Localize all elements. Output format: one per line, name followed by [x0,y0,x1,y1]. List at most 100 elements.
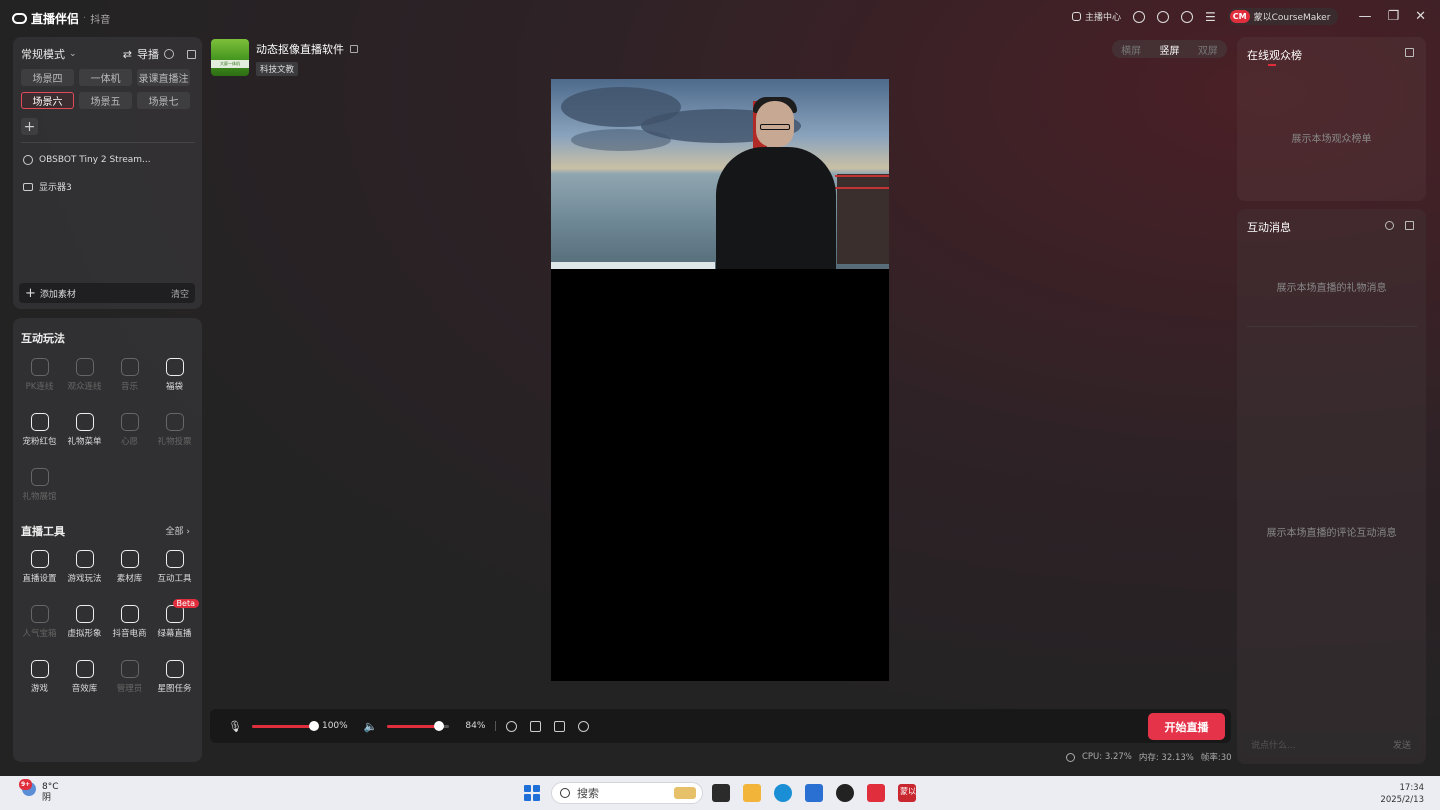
add-scene-button[interactable]: + [21,118,38,135]
monitor-icon [23,182,33,191]
popout-icon[interactable] [1405,48,1414,57]
tool-puzzle[interactable]: 互动工具 [152,546,197,601]
qq-icon[interactable] [836,784,854,802]
plus-icon: + [25,285,36,301]
tool-cart[interactable]: 抖音电商 [107,601,152,656]
mic-volume-knob[interactable] [308,720,319,731]
stream-cover[interactable]: 大屏一体机 [211,39,249,76]
cpu-usage: CPU: 3.27% [1082,752,1132,762]
taskbar-search[interactable]: 搜索 [551,782,703,804]
restore-icon[interactable]: ❐ [1387,9,1399,24]
stream-header: 大屏一体机 动态抠像直播软件 科技文教 [211,39,358,76]
cover-text: 大屏一体机 [211,60,249,68]
weather-widget[interactable]: 9+ 8°C 阴 [19,779,59,804]
source-item-camera[interactable]: OBSBOT Tiny 2 Stream... [23,155,151,165]
tool-gamepad[interactable]: 游戏 [17,656,62,711]
headset-icon[interactable] [1132,10,1145,23]
gift-messages-placeholder: 展示本场直播的礼物消息 [1276,283,1387,294]
tool-audience-link: 观众连线 [62,354,107,409]
category-tag[interactable]: 科技文教 [256,62,299,76]
start-live-button[interactable]: 开始直播 [1148,713,1225,740]
avatar: CM [1229,10,1250,23]
guide-button[interactable]: ⇄ 导播 [123,46,196,62]
speaker-icon[interactable]: 🔈 [364,720,378,733]
tool-media-library[interactable]: 素材库 [107,546,152,601]
task-view-icon[interactable] [712,784,730,802]
close-icon[interactable]: ✕ [1415,9,1426,24]
pk-icon [30,358,49,376]
tool-green-screen[interactable]: 绿幕直播 Beta [152,599,199,656]
scene-chip[interactable]: 场景六 [21,92,74,109]
performance-stats: CPU: 3.27% 内存: 32.13% 帧率:30 [1066,751,1232,763]
avatar-icon [75,605,94,623]
tab-landscape[interactable]: 横屏 [1121,42,1141,57]
send-button[interactable]: 发送 [1393,738,1411,751]
tool-avatar[interactable]: 虚拟形象 [62,601,107,656]
edge-icon[interactable] [774,784,792,802]
system-clock[interactable]: 17:34 2025/2/13 [1380,782,1424,806]
scene-chip[interactable]: 场景七 [137,92,190,109]
scene-chip[interactable]: 场景五 [79,92,132,109]
sound-effects-icon [75,660,94,678]
preview-canvas[interactable] [551,79,889,681]
stream-title: 动态抠像直播软件 [256,43,344,56]
frame-rate: 帧率:30 [1200,753,1232,763]
joystick-icon [75,550,94,568]
weather-condition: 阴 [42,793,52,803]
tool-lucky-bag[interactable]: 福袋 [152,354,197,409]
tab-portrait[interactable]: 竖屏 [1159,42,1179,57]
douyin-live-icon[interactable] [867,784,885,802]
windows-start-icon[interactable] [524,785,540,801]
settings-icon[interactable] [578,720,590,732]
help-icon[interactable] [1180,10,1193,23]
scene-chip[interactable]: 场景四 [21,69,74,86]
settings-icon[interactable] [1385,221,1394,230]
all-tools-link[interactable]: 全部 › [166,524,190,537]
add-source-button[interactable]: 添加素材 [40,287,76,300]
performance-icon[interactable] [1066,752,1075,762]
tool-music: 音乐 [107,354,152,409]
chat-input[interactable]: 说点什么... 发送 [1243,733,1419,755]
speaker-volume-knob[interactable] [434,720,445,731]
scene-chip[interactable]: 录课直播注 [137,69,190,86]
chat-icon[interactable] [1156,10,1169,23]
clear-button[interactable]: 清空 [171,287,189,300]
file-explorer-icon[interactable] [743,784,761,802]
user-name: 蒙以CourseMaker [1253,13,1331,23]
mode-dropdown[interactable]: 常规模式 ⌄ [21,46,77,62]
help-icon[interactable] [164,49,174,59]
divider [21,142,195,143]
scene-chip[interactable]: 一体机 [79,69,132,86]
mirror-icon[interactable] [530,720,542,732]
tab-dual[interactable]: 双屏 [1198,42,1218,57]
user-profile[interactable]: CM 蒙以CourseMaker [1227,8,1339,25]
popout-icon[interactable] [1405,221,1414,230]
tool-sound-effects[interactable]: 音效库 [62,656,107,711]
tools-panel: 互动玩法 PK连线 观众连线 音乐 福袋 宠粉红包 礼物菜单 心愿 礼物投票 礼物展馆 直播工具… [13,318,202,762]
temperature: 8°C [42,782,59,792]
tool-gift-menu[interactable]: 礼物菜单 [62,409,107,464]
active-tab-indicator [1268,64,1276,66]
audio-control-bar: 🎙 100% 🔈 84% [210,709,1231,743]
tool-red-packet[interactable]: 宠粉红包 [17,409,62,464]
beauty-icon[interactable] [506,720,518,732]
platform-label: 抖音 [90,15,111,26]
edit-icon[interactable] [350,45,358,53]
lucky-bag-icon [165,358,184,376]
tool-live-settings[interactable]: 直播设置 [17,546,62,601]
anchor-center-button[interactable]: 主播中心 [1071,10,1121,23]
tool-joystick[interactable]: 游戏玩法 [62,546,107,601]
store-icon[interactable] [805,784,823,802]
menu-icon[interactable]: ☰ [1205,10,1216,24]
tool-gift-hall: 礼物展馆 [17,464,62,519]
messages-title: 互动消息 [1247,221,1291,234]
title-bar: 直播伴侣 · 抖音 主播中心 ☰ CM 蒙以CourseMaker — ❐ ✕ [0,0,1440,34]
popout-icon[interactable] [187,49,196,59]
minimize-icon[interactable]: — [1358,9,1371,24]
speaker-volume-slider[interactable] [387,720,450,731]
mic-volume-slider[interactable] [251,720,319,731]
source-item-display[interactable]: 显示器3 [23,180,72,193]
tool-star-task[interactable]: 星图任务 [152,656,197,711]
record-icon[interactable] [554,720,566,732]
microphone-icon[interactable]: 🎙 [228,720,242,733]
